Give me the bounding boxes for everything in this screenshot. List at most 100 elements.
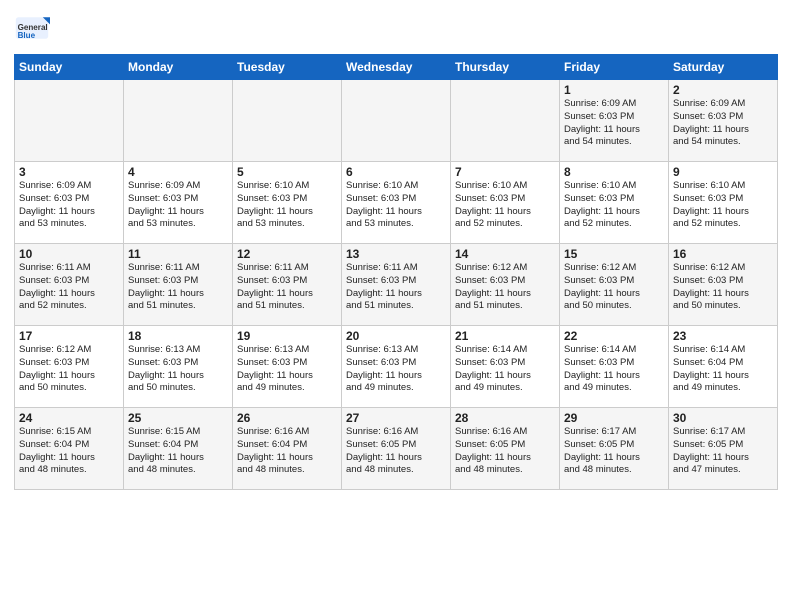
day-number: 23: [673, 329, 773, 343]
day-cell: 10Sunrise: 6:11 AM Sunset: 6:03 PM Dayli…: [15, 244, 124, 326]
day-cell: 16Sunrise: 6:12 AM Sunset: 6:03 PM Dayli…: [669, 244, 778, 326]
day-number: 11: [128, 247, 228, 261]
day-info: Sunrise: 6:14 AM Sunset: 6:03 PM Dayligh…: [455, 344, 555, 395]
day-info: Sunrise: 6:09 AM Sunset: 6:03 PM Dayligh…: [564, 98, 664, 149]
day-cell: 22Sunrise: 6:14 AM Sunset: 6:03 PM Dayli…: [560, 326, 669, 408]
day-cell: [451, 80, 560, 162]
day-info: Sunrise: 6:13 AM Sunset: 6:03 PM Dayligh…: [237, 344, 337, 395]
day-info: Sunrise: 6:14 AM Sunset: 6:03 PM Dayligh…: [564, 344, 664, 395]
svg-text:Blue: Blue: [18, 31, 36, 40]
day-cell: 30Sunrise: 6:17 AM Sunset: 6:05 PM Dayli…: [669, 408, 778, 490]
day-number: 29: [564, 411, 664, 425]
day-cell: 1Sunrise: 6:09 AM Sunset: 6:03 PM Daylig…: [560, 80, 669, 162]
day-cell: 26Sunrise: 6:16 AM Sunset: 6:04 PM Dayli…: [233, 408, 342, 490]
day-cell: 8Sunrise: 6:10 AM Sunset: 6:03 PM Daylig…: [560, 162, 669, 244]
day-info: Sunrise: 6:11 AM Sunset: 6:03 PM Dayligh…: [19, 262, 119, 313]
day-number: 14: [455, 247, 555, 261]
day-cell: 20Sunrise: 6:13 AM Sunset: 6:03 PM Dayli…: [342, 326, 451, 408]
day-number: 17: [19, 329, 119, 343]
day-cell: 28Sunrise: 6:16 AM Sunset: 6:05 PM Dayli…: [451, 408, 560, 490]
weekday-header-sunday: Sunday: [15, 55, 124, 80]
calendar-table: SundayMondayTuesdayWednesdayThursdayFrid…: [14, 54, 778, 490]
weekday-header-thursday: Thursday: [451, 55, 560, 80]
day-number: 15: [564, 247, 664, 261]
day-cell: 9Sunrise: 6:10 AM Sunset: 6:03 PM Daylig…: [669, 162, 778, 244]
week-row-5: 24Sunrise: 6:15 AM Sunset: 6:04 PM Dayli…: [15, 408, 778, 490]
day-info: Sunrise: 6:10 AM Sunset: 6:03 PM Dayligh…: [237, 180, 337, 231]
day-cell: 12Sunrise: 6:11 AM Sunset: 6:03 PM Dayli…: [233, 244, 342, 326]
header: General Blue: [14, 10, 778, 46]
day-cell: 27Sunrise: 6:16 AM Sunset: 6:05 PM Dayli…: [342, 408, 451, 490]
day-info: Sunrise: 6:11 AM Sunset: 6:03 PM Dayligh…: [237, 262, 337, 313]
week-row-2: 3Sunrise: 6:09 AM Sunset: 6:03 PM Daylig…: [15, 162, 778, 244]
day-number: 22: [564, 329, 664, 343]
weekday-header-saturday: Saturday: [669, 55, 778, 80]
day-info: Sunrise: 6:11 AM Sunset: 6:03 PM Dayligh…: [128, 262, 228, 313]
day-number: 12: [237, 247, 337, 261]
day-info: Sunrise: 6:14 AM Sunset: 6:04 PM Dayligh…: [673, 344, 773, 395]
day-number: 21: [455, 329, 555, 343]
day-info: Sunrise: 6:11 AM Sunset: 6:03 PM Dayligh…: [346, 262, 446, 313]
day-cell: 6Sunrise: 6:10 AM Sunset: 6:03 PM Daylig…: [342, 162, 451, 244]
day-info: Sunrise: 6:13 AM Sunset: 6:03 PM Dayligh…: [346, 344, 446, 395]
day-info: Sunrise: 6:17 AM Sunset: 6:05 PM Dayligh…: [673, 426, 773, 477]
day-number: 8: [564, 165, 664, 179]
day-number: 30: [673, 411, 773, 425]
day-number: 10: [19, 247, 119, 261]
weekday-header-monday: Monday: [124, 55, 233, 80]
weekday-header-row: SundayMondayTuesdayWednesdayThursdayFrid…: [15, 55, 778, 80]
weekday-header-wednesday: Wednesday: [342, 55, 451, 80]
day-info: Sunrise: 6:16 AM Sunset: 6:05 PM Dayligh…: [455, 426, 555, 477]
day-number: 9: [673, 165, 773, 179]
day-cell: 4Sunrise: 6:09 AM Sunset: 6:03 PM Daylig…: [124, 162, 233, 244]
day-info: Sunrise: 6:13 AM Sunset: 6:03 PM Dayligh…: [128, 344, 228, 395]
day-info: Sunrise: 6:17 AM Sunset: 6:05 PM Dayligh…: [564, 426, 664, 477]
week-row-4: 17Sunrise: 6:12 AM Sunset: 6:03 PM Dayli…: [15, 326, 778, 408]
day-info: Sunrise: 6:16 AM Sunset: 6:04 PM Dayligh…: [237, 426, 337, 477]
day-info: Sunrise: 6:10 AM Sunset: 6:03 PM Dayligh…: [455, 180, 555, 231]
day-cell: 15Sunrise: 6:12 AM Sunset: 6:03 PM Dayli…: [560, 244, 669, 326]
weekday-header-friday: Friday: [560, 55, 669, 80]
day-number: 27: [346, 411, 446, 425]
day-info: Sunrise: 6:10 AM Sunset: 6:03 PM Dayligh…: [346, 180, 446, 231]
day-info: Sunrise: 6:12 AM Sunset: 6:03 PM Dayligh…: [673, 262, 773, 313]
day-cell: 23Sunrise: 6:14 AM Sunset: 6:04 PM Dayli…: [669, 326, 778, 408]
day-info: Sunrise: 6:15 AM Sunset: 6:04 PM Dayligh…: [19, 426, 119, 477]
day-cell: 13Sunrise: 6:11 AM Sunset: 6:03 PM Dayli…: [342, 244, 451, 326]
day-cell: 29Sunrise: 6:17 AM Sunset: 6:05 PM Dayli…: [560, 408, 669, 490]
day-number: 26: [237, 411, 337, 425]
generalblue-logo-icon: General Blue: [14, 10, 50, 46]
day-info: Sunrise: 6:16 AM Sunset: 6:05 PM Dayligh…: [346, 426, 446, 477]
day-number: 19: [237, 329, 337, 343]
day-cell: 19Sunrise: 6:13 AM Sunset: 6:03 PM Dayli…: [233, 326, 342, 408]
day-number: 25: [128, 411, 228, 425]
day-cell: [15, 80, 124, 162]
day-number: 20: [346, 329, 446, 343]
day-number: 5: [237, 165, 337, 179]
day-info: Sunrise: 6:10 AM Sunset: 6:03 PM Dayligh…: [564, 180, 664, 231]
week-row-3: 10Sunrise: 6:11 AM Sunset: 6:03 PM Dayli…: [15, 244, 778, 326]
day-cell: 7Sunrise: 6:10 AM Sunset: 6:03 PM Daylig…: [451, 162, 560, 244]
day-info: Sunrise: 6:09 AM Sunset: 6:03 PM Dayligh…: [19, 180, 119, 231]
day-info: Sunrise: 6:09 AM Sunset: 6:03 PM Dayligh…: [673, 98, 773, 149]
day-cell: 17Sunrise: 6:12 AM Sunset: 6:03 PM Dayli…: [15, 326, 124, 408]
day-info: Sunrise: 6:12 AM Sunset: 6:03 PM Dayligh…: [564, 262, 664, 313]
day-number: 28: [455, 411, 555, 425]
day-number: 18: [128, 329, 228, 343]
calendar-body: 1Sunrise: 6:09 AM Sunset: 6:03 PM Daylig…: [15, 80, 778, 490]
day-cell: 24Sunrise: 6:15 AM Sunset: 6:04 PM Dayli…: [15, 408, 124, 490]
week-row-1: 1Sunrise: 6:09 AM Sunset: 6:03 PM Daylig…: [15, 80, 778, 162]
day-cell: [124, 80, 233, 162]
day-cell: [233, 80, 342, 162]
day-number: 6: [346, 165, 446, 179]
day-number: 2: [673, 83, 773, 97]
day-cell: 18Sunrise: 6:13 AM Sunset: 6:03 PM Dayli…: [124, 326, 233, 408]
day-number: 16: [673, 247, 773, 261]
day-number: 24: [19, 411, 119, 425]
logo: General Blue: [14, 10, 52, 46]
day-info: Sunrise: 6:12 AM Sunset: 6:03 PM Dayligh…: [455, 262, 555, 313]
day-cell: 5Sunrise: 6:10 AM Sunset: 6:03 PM Daylig…: [233, 162, 342, 244]
day-number: 1: [564, 83, 664, 97]
weekday-header-tuesday: Tuesday: [233, 55, 342, 80]
day-cell: 2Sunrise: 6:09 AM Sunset: 6:03 PM Daylig…: [669, 80, 778, 162]
